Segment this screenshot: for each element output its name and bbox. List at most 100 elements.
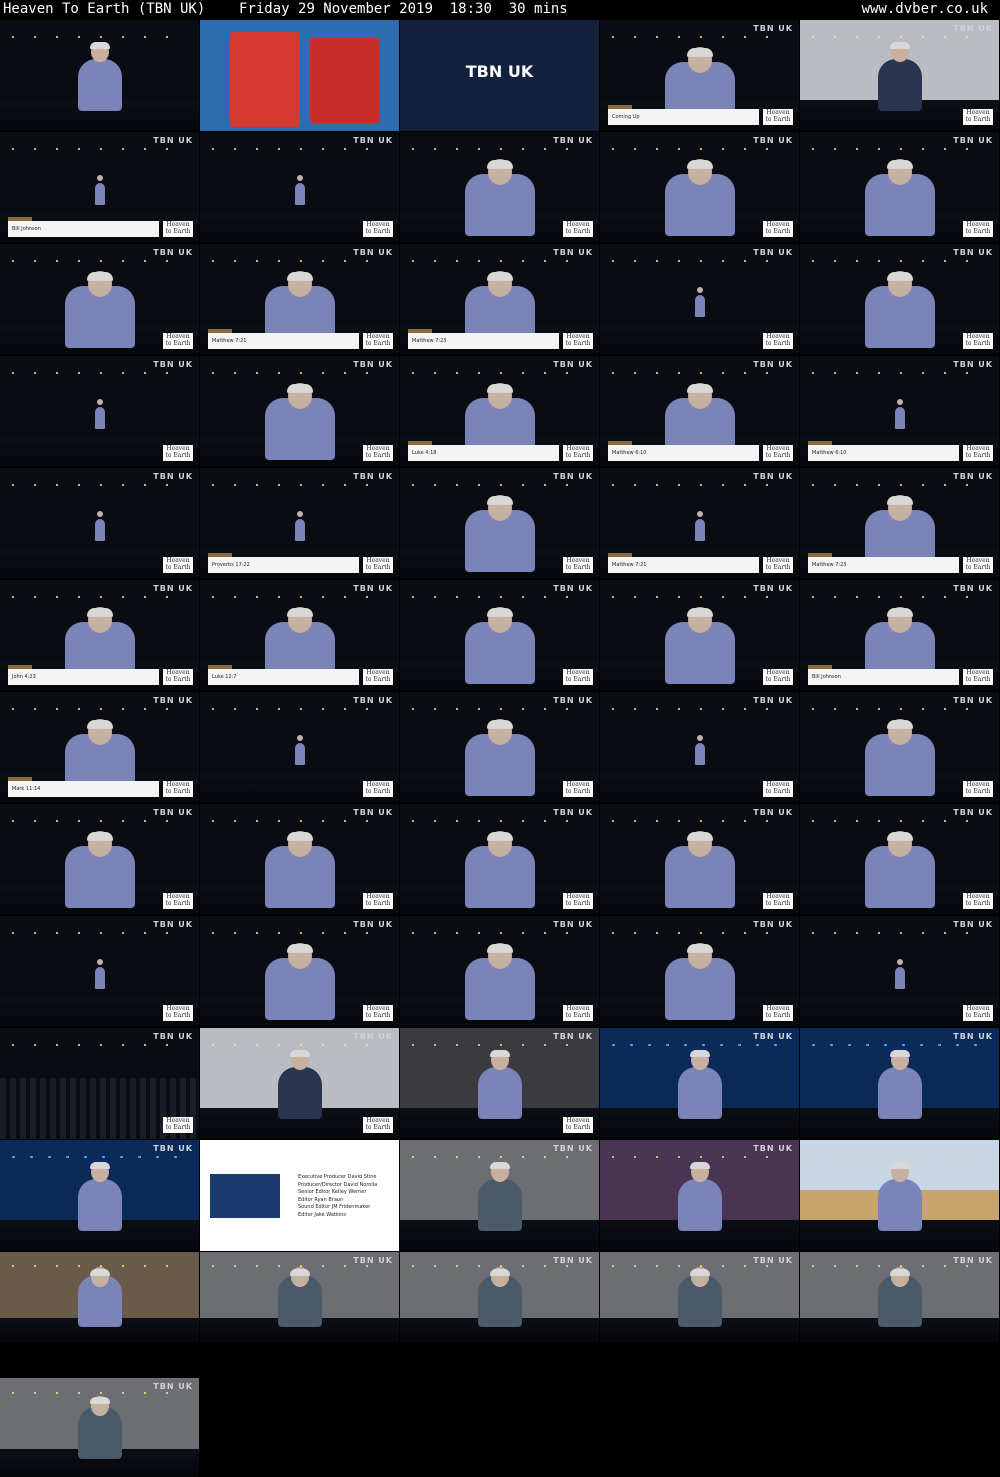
thumbnail[interactable]: TBN UK [0, 1378, 199, 1477]
thumbnail[interactable]: TBN UK Heaven to Earth [800, 244, 999, 355]
stage-lights [611, 371, 788, 374]
thumbnail[interactable]: TBN UK Heaven to Earth [800, 916, 999, 1027]
channel-logo: TBN UK [953, 584, 993, 593]
thumbnail[interactable]: TBN UK Heaven to Earth [0, 916, 199, 1027]
stage-lights [211, 483, 388, 486]
thumbnail[interactable]: TBN UK Heaven to Earth Matthew 7:23 [400, 244, 599, 355]
thumbnail[interactable]: TBN UK [0, 1140, 199, 1251]
thumbnail[interactable]: TBN UK Heaven to Earth Matthew 7:21 [600, 468, 799, 579]
thumbnail[interactable]: TBN UK Heaven to Earth [600, 916, 799, 1027]
thumbnail[interactable]: TBN UK [400, 1252, 599, 1343]
thumbnail[interactable]: TBN UK Heaven to Earth Matthew 6:10 [800, 356, 999, 467]
site-link[interactable]: www.dvber.co.uk [862, 0, 988, 18]
thumbnail[interactable]: TBN UK Heaven to Earth [200, 804, 399, 915]
thumbnail[interactable]: TBN UK [200, 1252, 399, 1343]
stage-lights [211, 371, 388, 374]
thumbnail[interactable]: TBN UK Heaven to Earth [0, 356, 199, 467]
thumbnail[interactable]: TBN UK Heaven to Earth [800, 692, 999, 803]
thumbnail[interactable]: TBN UK Heaven to Earth Proverbs 17:22 [200, 468, 399, 579]
dvd-cover-image [310, 38, 380, 123]
thumbnail[interactable]: TBN UK Heaven to Earth [400, 580, 599, 691]
thumbnail[interactable]: TBN UK Heaven to Earth [400, 916, 599, 1027]
thumbnail[interactable]: TBN UK Heaven to Earth [600, 132, 799, 243]
speaker-figure [294, 183, 305, 206]
thumbnail[interactable]: TBN UK Heaven to Earth [800, 804, 999, 915]
programme-brand: Heaven to Earth [963, 669, 993, 685]
programme-brand: Heaven to Earth [763, 445, 793, 461]
thumbnail[interactable]: TBN UK Heaven to Earth Luke 12:7 [200, 580, 399, 691]
thumbnail[interactable]: TBN UK Heaven to Earth [200, 132, 399, 243]
thumbnail[interactable]: TBN UK Heaven to Earth [600, 692, 799, 803]
thumbnail[interactable]: TBN UK Heaven to Earth [400, 468, 599, 579]
thumbnail[interactable]: TBN UK [400, 1140, 599, 1251]
thumbnail[interactable]: TBN UK Heaven to Earth Mark 11:14 [0, 692, 199, 803]
thumbnail[interactable]: TBN UK Heaven to Earth [400, 132, 599, 243]
thumbnail[interactable]: TBN UK Heaven to Earth Matthew 6:10 [600, 356, 799, 467]
thumbnail[interactable]: TBN UK Heaven to Earth [200, 1028, 399, 1139]
speaker-figure [277, 1067, 322, 1120]
thumbnail[interactable]: TBN UK Heaven to Earth [0, 244, 199, 355]
speaker-hair [686, 159, 713, 169]
stage-lights [811, 931, 988, 934]
credit-line: Editor Jake Watkins [298, 1211, 347, 1218]
thumbnail[interactable]: TBN UK Heaven to Earth [200, 692, 399, 803]
thumbnail[interactable]: TBN UK Heaven to Earth Matthew 7:21 [200, 244, 399, 355]
thumbnail[interactable]: TBN UK Heaven to Earth [600, 804, 799, 915]
thumbnail[interactable] [0, 20, 199, 131]
thumbnail[interactable]: TBN UK Heaven to Earth Luke 4:18 [400, 356, 599, 467]
thumbnail[interactable]: TBN UK Heaven to Earth John 4:23 [0, 580, 199, 691]
thumbnail[interactable]: TBN UK Heaven to Earth [400, 804, 599, 915]
thumbnail[interactable] [200, 20, 399, 131]
programme-brand: Heaven to Earth [963, 333, 993, 349]
thumbnail[interactable] [800, 1140, 999, 1251]
channel-logo: TBN UK [553, 360, 593, 369]
speaker-head [96, 174, 103, 181]
thumbnail[interactable]: TBN UK Heaven to Earth [200, 356, 399, 467]
thumbnail[interactable]: TBN UK [600, 1252, 799, 1343]
thumbnail[interactable]: TBN UK Heaven to Earth [0, 804, 199, 915]
thumbnail[interactable]: TBN UK [800, 1252, 999, 1343]
speaker-hair [886, 831, 913, 841]
stage-lights [811, 147, 988, 150]
channel-logo: TBN UK [353, 248, 393, 257]
thumbnail[interactable]: TBN UK Heaven to Earth [600, 244, 799, 355]
thumbnail[interactable] [0, 1252, 199, 1343]
thumbnail[interactable]: TBN UK Heaven to Earth [0, 1028, 199, 1139]
thumbnail[interactable]: TBN UK Heaven to Earth [400, 1028, 599, 1139]
speaker-figure [77, 59, 122, 112]
thumbnail[interactable]: Executive Producer David Stine Producer/D… [200, 1140, 399, 1251]
lower-third-caption: Matthew 6:10 [608, 441, 759, 461]
lower-third-caption: Luke 12:7 [208, 665, 359, 685]
thumbnail[interactable]: TBN UK Heaven to Earth [0, 468, 199, 579]
lower-third-caption: Matthew 7:23 [408, 329, 559, 349]
thumbnail[interactable]: TBN UK Heaven to Earth [800, 20, 999, 131]
speaker-hair [686, 47, 713, 57]
channel-logo: TBN UK [153, 472, 193, 481]
channel-logo: TBN UK [553, 1144, 593, 1153]
thumbnail[interactable]: TBN UK Heaven to Earth [800, 132, 999, 243]
stage-lights [11, 1155, 188, 1158]
stage-lights [611, 1155, 788, 1158]
thumbnail[interactable]: TBN UK [400, 20, 599, 131]
thumbnail[interactable]: TBN UK [600, 1140, 799, 1251]
channel-logo: TBN UK [753, 360, 793, 369]
programme-brand: Heaven to Earth [763, 557, 793, 573]
thumbnail[interactable]: TBN UK Heaven to Earth Matthew 7:23 [800, 468, 999, 579]
lower-third-caption: Bill Johnson [8, 217, 159, 237]
stage-lights [11, 147, 188, 150]
thumbnail[interactable]: TBN UK Heaven to Earth Bill Johnson [0, 132, 199, 243]
channel-logo: TBN UK [153, 360, 193, 369]
thumbnail[interactable]: TBN UK Heaven to Earth Bill Johnson [800, 580, 999, 691]
thumbnail[interactable]: TBN UK Heaven to Earth Coming Up [600, 20, 799, 131]
thumbnail[interactable]: TBN UK Heaven to Earth [400, 692, 599, 803]
stage-lights [11, 259, 188, 262]
programme-brand: Heaven to Earth [563, 445, 593, 461]
thumbnail[interactable]: TBN UK Heaven to Earth [200, 916, 399, 1027]
thumbnail[interactable]: TBN UK Heaven to Earth [600, 580, 799, 691]
channel-logo: TBN UK [953, 360, 993, 369]
lower-third-caption: Mark 11:14 [8, 777, 159, 797]
thumbnail[interactable]: TBN UK [600, 1028, 799, 1139]
thumbnail[interactable]: TBN UK [800, 1028, 999, 1139]
programme-brand: Heaven to Earth [363, 1117, 393, 1133]
programme-brand: Heaven to Earth [963, 557, 993, 573]
